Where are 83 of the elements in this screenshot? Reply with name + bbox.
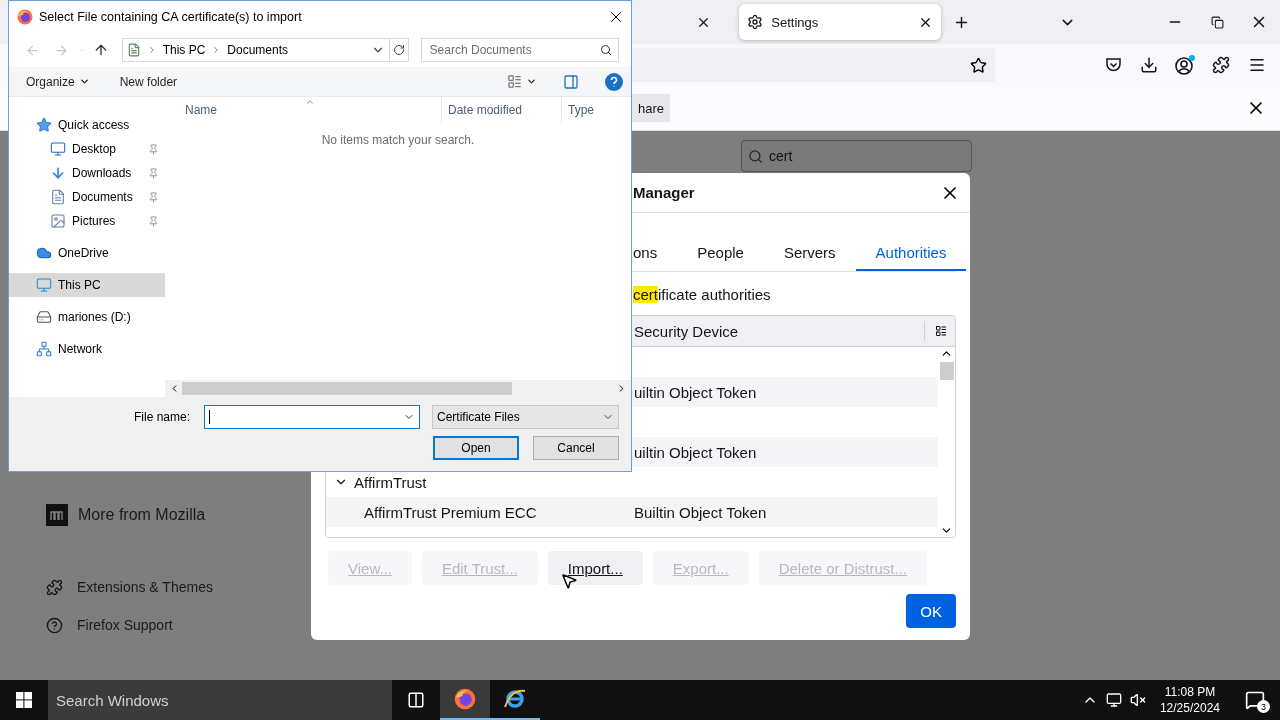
search-value: cert bbox=[769, 148, 793, 164]
nav-item[interactable]: Quick access bbox=[9, 113, 165, 137]
puzzle-icon bbox=[46, 578, 63, 596]
start-windows-logo-icon[interactable] bbox=[16, 692, 32, 708]
bookmark-star-icon[interactable] bbox=[970, 56, 987, 74]
browser-logo-icon bbox=[503, 687, 527, 711]
nav-item[interactable]: Network bbox=[9, 337, 165, 361]
help-icon bbox=[46, 616, 63, 634]
view-list-icon[interactable] bbox=[507, 74, 522, 89]
drive-icon bbox=[36, 309, 52, 325]
dialog-tab[interactable]: People bbox=[677, 235, 764, 271]
refresh-icon[interactable] bbox=[392, 44, 405, 56]
dialog-tab[interactable]: ons bbox=[633, 235, 678, 271]
document-icon bbox=[126, 43, 141, 57]
nav-item[interactable]: This PC bbox=[9, 273, 165, 297]
firefox-logo-icon bbox=[454, 688, 476, 710]
volume-muted-icon[interactable] bbox=[1129, 692, 1146, 708]
scrollbar-thumb[interactable] bbox=[939, 362, 954, 380]
notification-button[interactable]: hare bbox=[632, 94, 671, 122]
desktop-icon bbox=[50, 141, 66, 157]
menu-icon[interactable] bbox=[1248, 56, 1266, 74]
clock[interactable]: 11:08 PM 12/25/2024 bbox=[1159, 684, 1220, 716]
column-header[interactable]: Name bbox=[165, 97, 441, 123]
nav-item[interactable]: mariones (D:) bbox=[9, 305, 165, 329]
star-icon bbox=[36, 117, 52, 133]
gear-icon bbox=[747, 14, 764, 30]
dialog-button[interactable]: Import... bbox=[547, 551, 643, 585]
preview-pane-icon[interactable] bbox=[563, 73, 579, 90]
ok-button[interactable]: OK bbox=[906, 594, 956, 628]
horizontal-scrollbar[interactable] bbox=[165, 380, 631, 397]
sidebar-link[interactable]: Extensions & Themes bbox=[77, 579, 213, 595]
dialog-button[interactable]: Open bbox=[433, 436, 519, 460]
help-icon[interactable] bbox=[605, 72, 623, 91]
column-picker-icon[interactable] bbox=[935, 325, 947, 337]
browser-tab[interactable]: Settings bbox=[739, 4, 942, 40]
pocket-icon[interactable] bbox=[1104, 57, 1122, 73]
file-name-input[interactable] bbox=[204, 405, 420, 429]
tree-cell[interactable]: AffirmTrust Premium ECC bbox=[364, 503, 537, 521]
address-bar[interactable]: This PC Documents bbox=[121, 38, 409, 62]
column-header[interactable]: Date modified bbox=[441, 97, 561, 123]
notification-count: 3 bbox=[1257, 700, 1270, 713]
restore-icon[interactable] bbox=[1210, 15, 1224, 29]
taskbar-app[interactable] bbox=[440, 680, 490, 720]
field-label: File name: bbox=[132, 410, 191, 424]
nav-item[interactable]: Downloads bbox=[9, 161, 165, 185]
sidebar-link[interactable]: Firefox Support bbox=[77, 617, 173, 633]
search-icon bbox=[748, 148, 763, 164]
dialog-title: Manager bbox=[633, 184, 696, 201]
empty-message: No items match your search. bbox=[321, 133, 475, 147]
dialog-title: Select File containing CA certificate(s) to import bbox=[39, 10, 303, 24]
search-icon bbox=[600, 44, 612, 56]
tree-cell[interactable]: uiltin Object Token bbox=[634, 443, 938, 461]
column-header[interactable]: Type bbox=[561, 97, 631, 123]
sort-caret-icon bbox=[305, 97, 315, 107]
scrollbar-thumb[interactable] bbox=[182, 382, 512, 395]
download-icon[interactable] bbox=[1140, 56, 1158, 74]
nav-item[interactable]: OneDrive bbox=[9, 241, 165, 265]
dialog-button[interactable]: Cancel bbox=[533, 436, 619, 460]
tree-cell[interactable]: Builtin Object Token bbox=[634, 503, 938, 521]
nav-item[interactable]: Documents bbox=[9, 185, 165, 209]
dialog-tab[interactable]: Servers bbox=[763, 235, 856, 271]
sidebar-link[interactable]: More from Mozilla bbox=[78, 506, 206, 524]
search-field[interactable]: cert bbox=[741, 140, 972, 172]
taskbar-search-field[interactable]: Search Windows bbox=[48, 680, 392, 720]
document-icon bbox=[50, 189, 66, 205]
picture-icon bbox=[50, 213, 66, 229]
account-icon[interactable] bbox=[1174, 54, 1196, 76]
nav-item[interactable]: Desktop bbox=[9, 137, 165, 161]
computer-icon bbox=[36, 277, 52, 293]
firefox-logo-icon bbox=[17, 9, 33, 25]
mozilla-logo-icon bbox=[46, 504, 68, 526]
extensions-icon[interactable] bbox=[1212, 56, 1230, 74]
new-folder-button[interactable]: New folder bbox=[119, 74, 178, 89]
search-field[interactable]: Search Documents bbox=[420, 38, 619, 62]
file-type-select[interactable]: Certificate Files bbox=[432, 405, 619, 429]
task-view-icon[interactable] bbox=[407, 691, 425, 709]
caret-icon[interactable] bbox=[526, 76, 537, 87]
tree-group-label[interactable]: AffirmTrust bbox=[354, 473, 427, 491]
dialog-tab[interactable]: Authorities bbox=[855, 235, 967, 271]
caret-icon bbox=[78, 76, 90, 87]
cloud-icon bbox=[36, 245, 52, 261]
organize-button[interactable]: Organize bbox=[26, 74, 90, 89]
nav-item[interactable]: Pictures bbox=[9, 209, 165, 233]
